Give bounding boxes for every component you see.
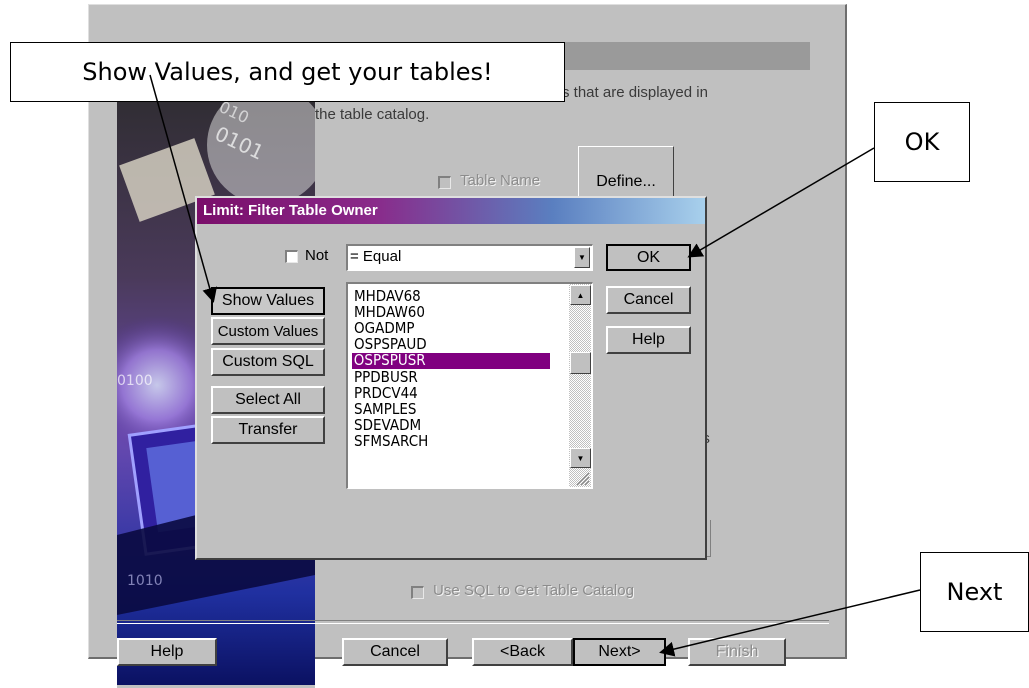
transfer-button[interactable]: Transfer	[211, 416, 325, 444]
callout-ok: OK	[874, 102, 970, 182]
dialog-title: Limit: Filter Table Owner	[197, 198, 705, 224]
use-sql-checkbox[interactable]	[411, 586, 424, 599]
show-values-button[interactable]: Show Values	[211, 287, 325, 315]
dialog-cancel-button[interactable]: Cancel	[606, 286, 691, 314]
select-all-button[interactable]: Select All	[211, 386, 325, 414]
ok-button[interactable]: OK	[606, 244, 691, 271]
operator-value: = Equal	[350, 248, 402, 265]
custom-sql-button[interactable]: Custom SQL	[211, 348, 325, 376]
custom-values-button[interactable]: Custom Values	[211, 317, 325, 345]
use-sql-label: Use SQL to Get Table Catalog	[433, 582, 634, 599]
not-checkbox[interactable]	[285, 250, 298, 263]
list-item[interactable]: OSPSPAUD	[354, 337, 427, 352]
list-item[interactable]: SFMSARCH	[354, 434, 428, 449]
list-item[interactable]: MHDAV68	[354, 289, 421, 304]
table-name-label: Table Name	[460, 172, 541, 189]
next-button[interactable]: Next>	[573, 638, 666, 666]
finish-button[interactable]: Finish	[688, 638, 786, 666]
dialog-help-button[interactable]: Help	[606, 326, 691, 354]
list-item[interactable]: SDEVADM	[354, 418, 421, 433]
list-item[interactable]: OGADMP	[354, 321, 415, 336]
wizard-header-band	[530, 42, 810, 70]
resize-grip-icon[interactable]	[574, 470, 590, 486]
table-name-checkbox[interactable]	[438, 176, 451, 189]
wizard-description-line1: s that are displayed in	[562, 84, 708, 101]
back-button[interactable]: <Back	[472, 638, 573, 666]
wizard-description-line2: the table catalog.	[315, 106, 430, 123]
not-label: Not	[305, 247, 329, 264]
scroll-down-icon[interactable]: ▼	[570, 448, 591, 468]
list-item[interactable]: MHDAW60	[354, 305, 425, 320]
scroll-thumb[interactable]	[570, 352, 591, 374]
scroll-up-icon[interactable]: ▲	[570, 285, 591, 305]
list-item[interactable]: SAMPLES	[354, 402, 416, 417]
list-item[interactable]: PPDBUSR	[354, 370, 418, 385]
list-item-selected[interactable]: OSPSPUSR	[352, 353, 550, 369]
wizard-groupbox-edge	[710, 520, 711, 557]
callout-show-values: Show Values, and get your tables!	[10, 42, 565, 102]
svg-text:1010: 1010	[127, 573, 163, 589]
help-button[interactable]: Help	[117, 638, 217, 666]
footer-separator	[117, 620, 829, 624]
callout-next: Next	[920, 552, 1029, 632]
list-item[interactable]: PRDCV44	[354, 386, 418, 401]
chevron-down-icon[interactable]: ▼	[574, 247, 590, 268]
cancel-button[interactable]: Cancel	[342, 638, 448, 666]
owner-listbox[interactable]: MHDAV68 MHDAW60 OGADMP OSPSPAUD OSPSPUSR…	[346, 282, 593, 489]
svg-text:0100: 0100	[117, 373, 153, 389]
